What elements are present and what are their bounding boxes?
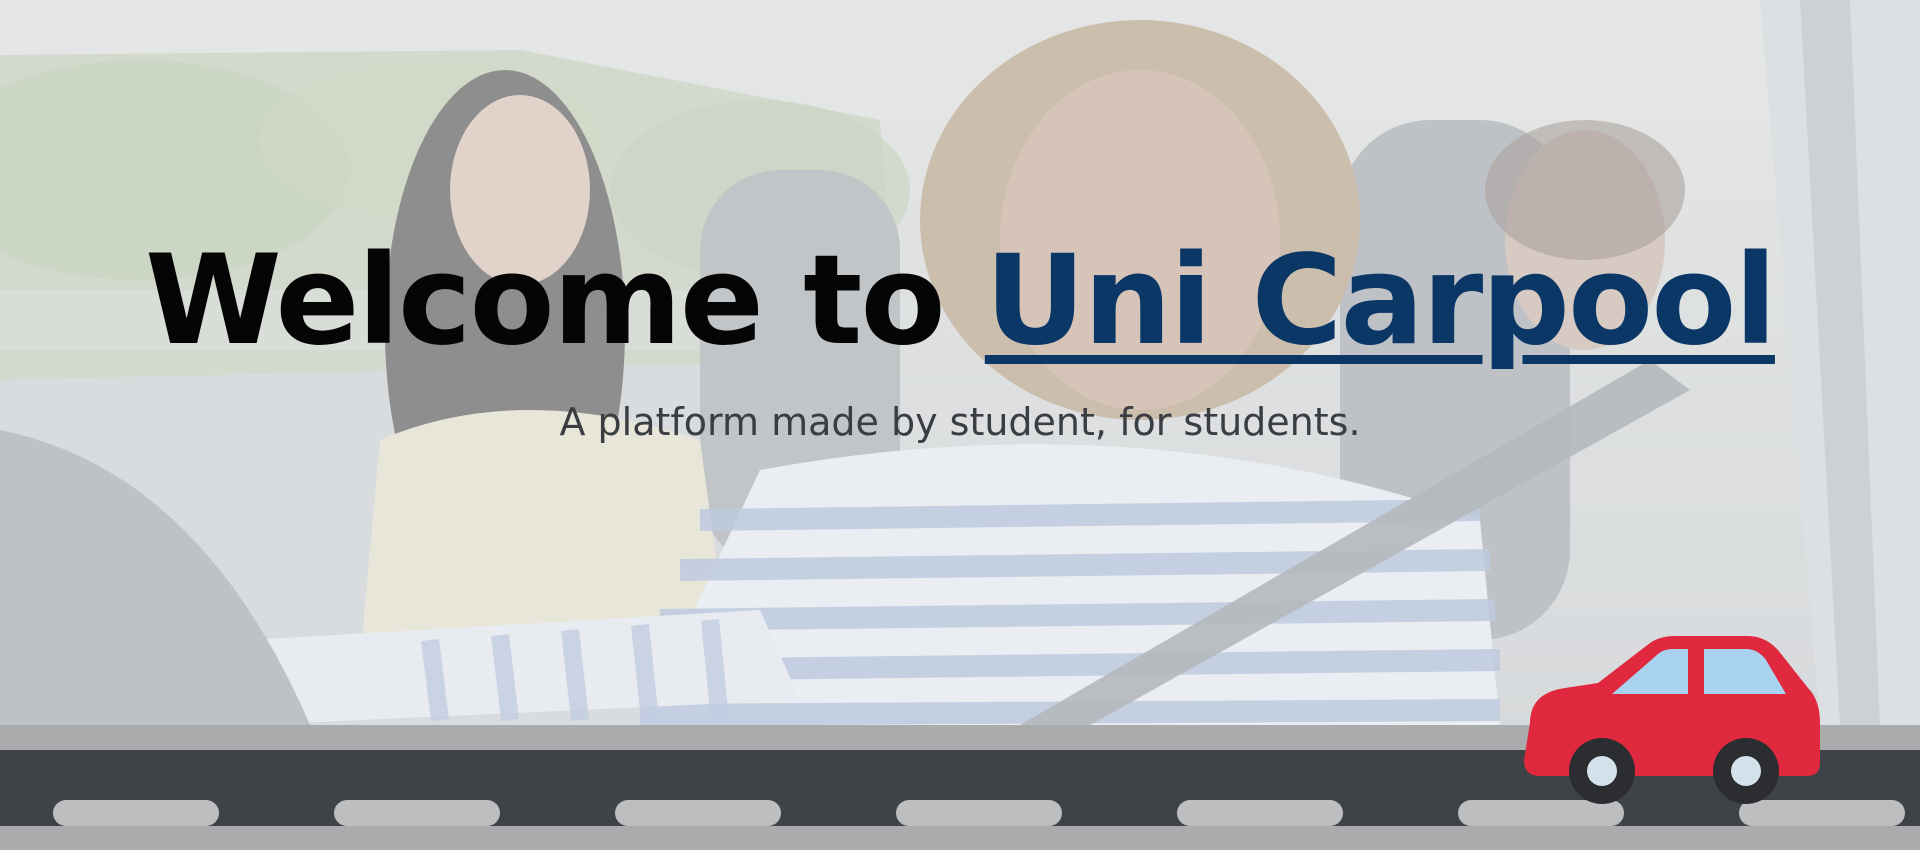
lane-dash [1177,800,1343,826]
lane-dash [53,800,219,826]
lane-dash [615,800,781,826]
tagline: A platform made by student, for students… [559,400,1361,444]
lane-dash [896,800,1062,826]
lane-dash [334,800,500,826]
car-icon [1524,636,1820,804]
page-title: Welcome to Uni Carpool [0,226,1920,376]
title-prefix: Welcome to [145,229,985,373]
brand-name-link[interactable]: Uni Carpool [985,229,1777,373]
